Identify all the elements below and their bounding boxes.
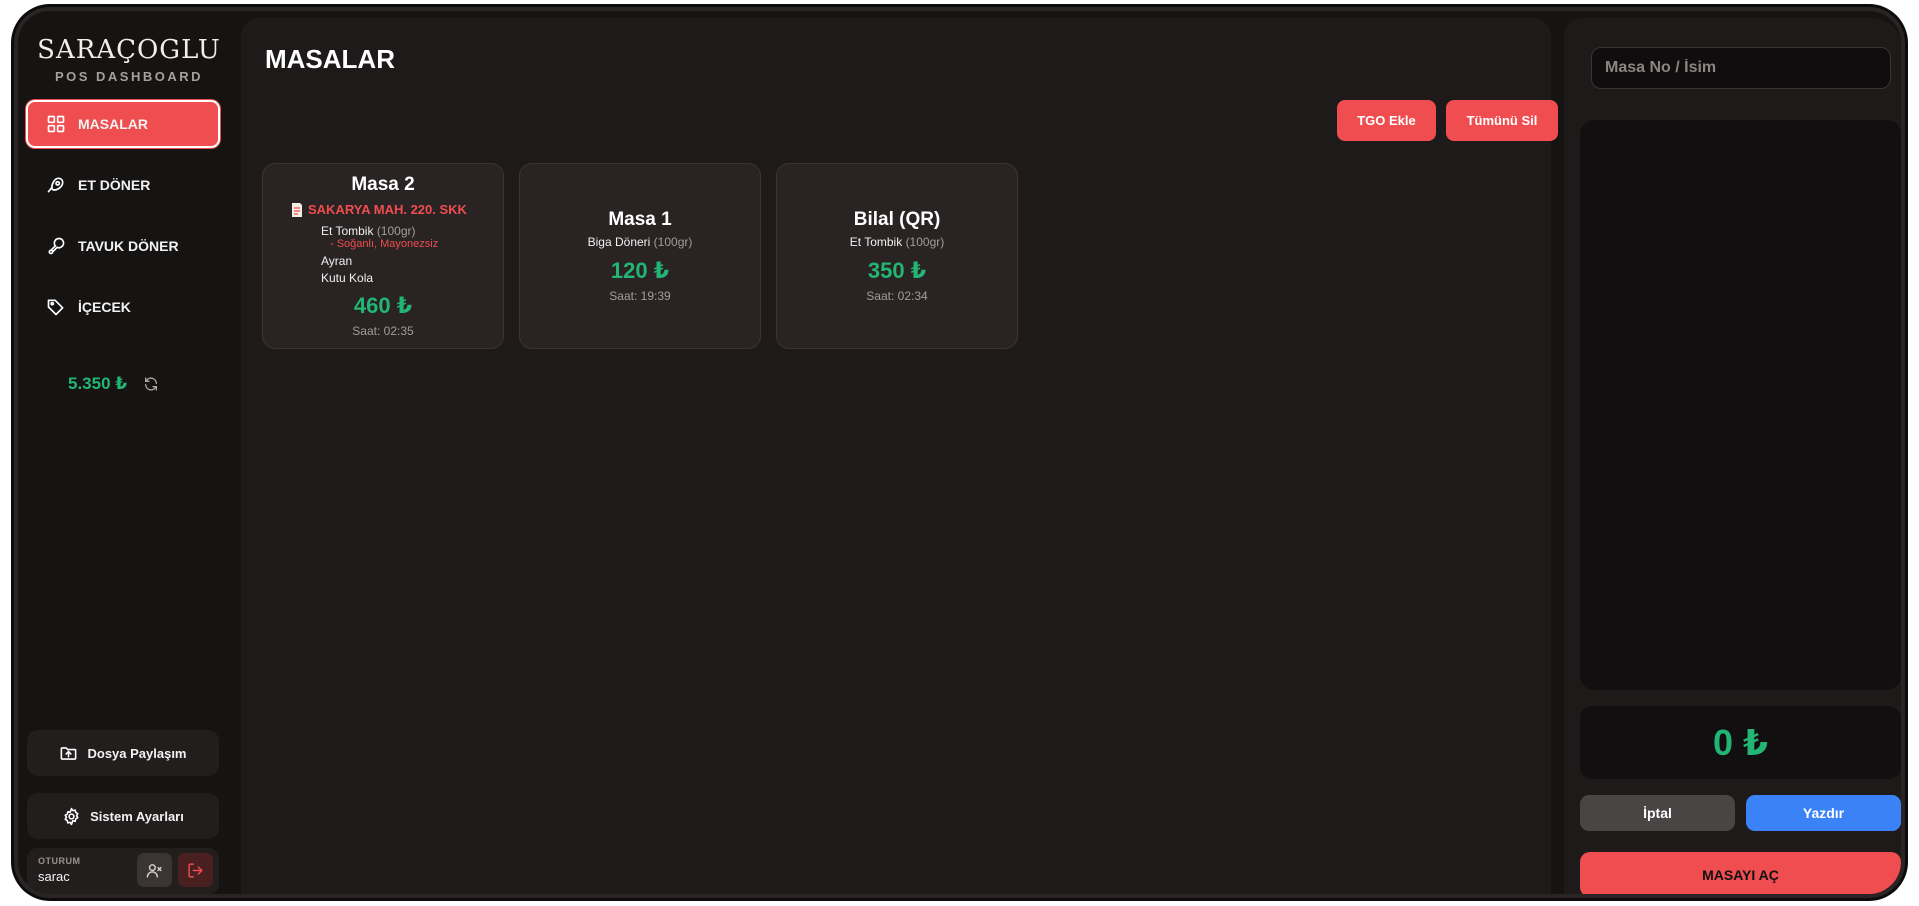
item-portion: (100gr) bbox=[653, 235, 693, 249]
nav-item-et-doner[interactable]: ET DÖNER bbox=[26, 161, 220, 209]
system-settings-label: Sistem Ayarları bbox=[90, 808, 184, 824]
session-label: OTURUM bbox=[38, 856, 81, 866]
grid-icon bbox=[47, 115, 65, 133]
page-title: MASALAR bbox=[265, 44, 395, 74]
file-share-button[interactable]: Dosya Paylaşım bbox=[27, 730, 219, 776]
item-portion: (100gr) bbox=[905, 235, 945, 249]
nav-label: TAVUK DÖNER bbox=[78, 238, 179, 254]
table-card-bilal-qr[interactable]: Bilal (QR) Et Tombik (100gr) 350 ₺ Saat:… bbox=[776, 163, 1018, 349]
table-address: SAKARYA MAH. 220. SKK bbox=[291, 202, 467, 217]
daily-total-value: 5.350 ₺ bbox=[68, 374, 128, 393]
cancel-button[interactable]: İptal bbox=[1580, 795, 1735, 831]
user-x-icon bbox=[146, 863, 162, 878]
table-time: Saat: 19:39 bbox=[609, 289, 671, 303]
folder-upload-icon bbox=[61, 746, 77, 760]
item-name: Biga Döneri bbox=[587, 235, 651, 249]
item-name: Et Tombik bbox=[321, 224, 374, 238]
brand-title: SARAÇOGLU bbox=[37, 35, 221, 65]
tag-icon bbox=[47, 299, 64, 316]
drumstick-icon bbox=[48, 237, 65, 255]
brand: SARAÇOGLU POS DASHBOARD bbox=[18, 35, 240, 84]
nav-label: ET DÖNER bbox=[78, 177, 151, 193]
order-item: Et Tombik (100gr) bbox=[777, 235, 1017, 249]
app-frame: SARAÇOGLU POS DASHBOARD MASALAR ET DÖNER bbox=[14, 7, 1905, 898]
item-name: Kutu Kola bbox=[321, 271, 374, 285]
brand-subtitle: POS DASHBOARD bbox=[54, 69, 204, 84]
table-card-masa-1[interactable]: Masa 1 Biga Döneri (100gr) 120 ₺ Saat: 1… bbox=[519, 163, 761, 349]
item-note: - Soğanlı, Mayonezsiz bbox=[330, 238, 439, 250]
item-portion: (100gr) bbox=[376, 224, 416, 238]
table-price: 350 ₺ bbox=[867, 258, 927, 283]
table-price: 460 ₺ bbox=[353, 293, 413, 318]
nav-label: İÇECEK bbox=[78, 299, 131, 315]
daily-total: 5.350 ₺ bbox=[68, 374, 159, 394]
nav-label: MASALAR bbox=[78, 116, 148, 132]
receipt-icon bbox=[292, 202, 302, 217]
nav-item-masalar[interactable]: MASALAR bbox=[26, 100, 220, 148]
table-time: Saat: 02:34 bbox=[866, 289, 928, 303]
gear-icon bbox=[64, 807, 79, 825]
table-name: Masa 2 bbox=[351, 174, 415, 195]
order-items-area bbox=[1580, 120, 1901, 690]
nav-item-icecek[interactable]: İÇECEK bbox=[26, 283, 220, 331]
session-box: OTURUM sarac bbox=[27, 848, 219, 894]
session-user: sarac bbox=[38, 869, 70, 884]
print-button[interactable]: Yazdır bbox=[1746, 795, 1901, 831]
logout-icon bbox=[188, 862, 203, 878]
order-item: Et Tombik (100gr) bbox=[321, 224, 416, 238]
refresh-icon[interactable] bbox=[143, 376, 159, 392]
order-panel: 0 ₺ İptal Yazdır MASAYI AÇ bbox=[1564, 18, 1901, 894]
switch-user-button[interactable] bbox=[137, 853, 172, 887]
table-price: 120 ₺ bbox=[610, 258, 670, 283]
main-content: MASALAR TGO Ekle Tümünü Sil Masa 2 SAKAR… bbox=[241, 18, 1558, 894]
delete-all-button[interactable]: Tümünü Sil bbox=[1446, 100, 1558, 141]
item-name: Et Tombik bbox=[849, 235, 903, 249]
system-settings-button[interactable]: Sistem Ayarları bbox=[27, 793, 219, 839]
order-item: Biga Döneri (100gr) bbox=[520, 235, 760, 249]
logout-button[interactable] bbox=[178, 853, 213, 887]
nav-item-tavuk-doner[interactable]: TAVUK DÖNER bbox=[26, 222, 220, 270]
table-name: Bilal (QR) bbox=[853, 209, 941, 230]
order-total: 0 ₺ bbox=[1580, 706, 1901, 779]
address-text: SAKARYA MAH. 220. SKK bbox=[308, 202, 467, 217]
order-item: Ayran bbox=[321, 254, 352, 268]
file-share-label: Dosya Paylaşım bbox=[87, 745, 187, 761]
table-search-input[interactable] bbox=[1591, 47, 1891, 89]
table-card-masa-2[interactable]: Masa 2 SAKARYA MAH. 220. SKK Et Tombik (… bbox=[262, 163, 504, 349]
item-name: Ayran bbox=[321, 254, 353, 268]
order-item: Kutu Kola bbox=[321, 271, 373, 285]
meat-icon bbox=[47, 177, 64, 193]
sidebar: SARAÇOGLU POS DASHBOARD MASALAR ET DÖNER bbox=[18, 11, 240, 894]
table-time: Saat: 02:35 bbox=[352, 324, 414, 338]
add-tgo-button[interactable]: TGO Ekle bbox=[1337, 100, 1436, 141]
open-table-button[interactable]: MASAYI AÇ bbox=[1580, 852, 1901, 894]
table-name: Masa 1 bbox=[608, 209, 672, 230]
